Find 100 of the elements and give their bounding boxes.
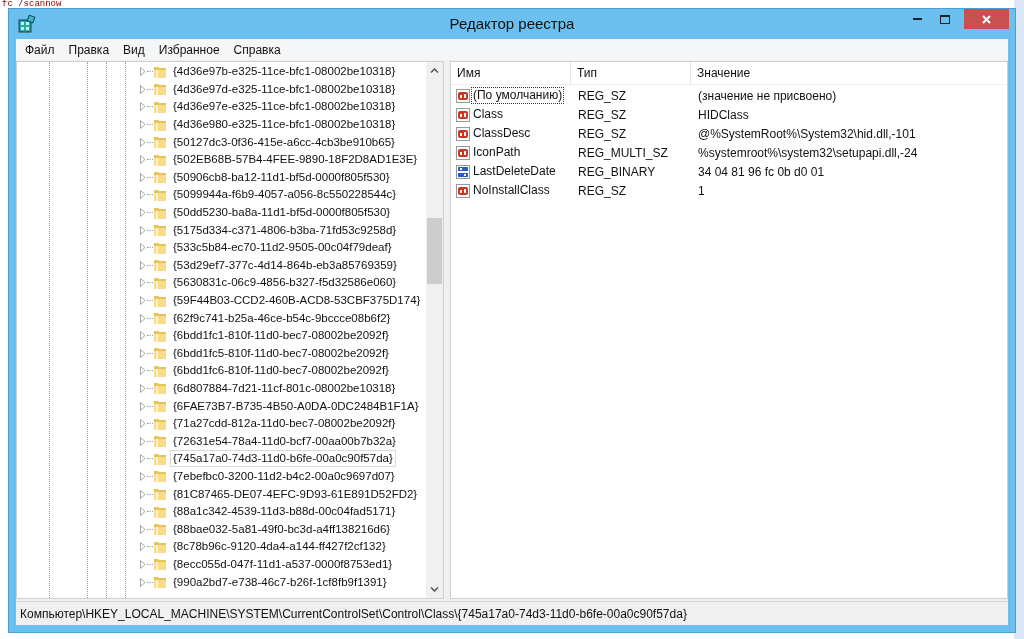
folder-icon (153, 451, 167, 466)
value-data: HIDClass (697, 106, 750, 124)
menu-item[interactable]: Вид (116, 40, 152, 59)
tree-item[interactable]: {6FAE73B7-B735-4B50-A0DA-0DC2484B1F1A} (170, 397, 422, 415)
folder-icon (153, 82, 167, 97)
folder-icon (153, 434, 167, 449)
tree-item[interactable]: {5175d334-c371-4806-b3ba-71fd53c9258d} (170, 221, 400, 239)
value-type: REG_SZ (577, 182, 627, 200)
folder-icon (153, 381, 167, 396)
tree-item[interactable]: {53d29ef7-377c-4d14-864b-eb3a85769359} (170, 256, 400, 274)
tree-item[interactable]: {502EB68B-57B4-4FEE-9890-18F2D8AD1E3E} (170, 151, 421, 169)
folder-icon (153, 363, 167, 378)
tree-item[interactable]: {990a2bd7-e738-46c7-b26f-1cf8fb9f1391} (170, 573, 390, 591)
tree-item[interactable]: {6bdd1fc6-810f-11d0-bec7-08002be2092f} (170, 362, 392, 380)
tree-item[interactable]: {533c5b84-ec70-11d2-9505-00c04f79deaf} (170, 239, 395, 257)
folder-icon (153, 117, 167, 132)
tree-item[interactable]: {4d36e97b-e325-11ce-bfc1-08002be10318} (170, 63, 399, 81)
value-type: REG_SZ (577, 87, 627, 105)
tree-item[interactable]: {5630831c-06c9-4856-b327-f5d32586e060} (170, 274, 400, 292)
close-icon (982, 14, 991, 24)
value-data: 1 (697, 182, 706, 200)
value-name[interactable]: (По умолчанию) (471, 87, 565, 104)
tree-item[interactable]: {50127dc3-0f36-415e-a6cc-4cb3be910b65} (170, 133, 398, 151)
scrollbar[interactable] (426, 62, 443, 598)
tree-item[interactable]: {88a1c342-4539-11d3-b88d-00c04fad5171} (170, 503, 399, 521)
value-type: REG_SZ (577, 106, 627, 124)
tree-item[interactable]: {62f9c741-b25a-46ce-b54c-9bccce08b6f2} (170, 309, 394, 327)
folder-icon (153, 152, 167, 167)
tree-item[interactable]: {81C87465-DE07-4EFC-9D93-61E891D52FD2} (170, 485, 421, 503)
folder-icon (153, 100, 167, 114)
tree-item[interactable]: {8c78b96c-9120-4da4-a144-ff427f2cf132} (170, 538, 389, 556)
string-value-icon (456, 145, 470, 160)
window-title: Редактор реестра (449, 13, 575, 34)
binary-value-icon (456, 164, 470, 179)
value-name[interactable]: IconPath (471, 144, 523, 161)
folder-icon (153, 416, 167, 431)
value-name[interactable]: LastDeleteDate (471, 163, 558, 180)
tree-item[interactable]: {4d36e980-e325-11ce-bfc1-08002be10318} (170, 116, 399, 134)
tree-item[interactable]: {6bdd1fc5-810f-11d0-bec7-08002be2092f} (170, 344, 392, 362)
menu-item[interactable]: Избранное (151, 40, 227, 59)
folder-icon (153, 223, 167, 238)
folder-icon (153, 258, 167, 273)
scrollbar-thumb[interactable] (427, 218, 442, 284)
folder-icon (153, 135, 167, 150)
menu-item[interactable]: Правка (61, 40, 117, 59)
tree-item[interactable]: {7ebefbc0-3200-11d2-b4c2-00a0c9697d07} (170, 467, 398, 485)
folder-icon (153, 293, 167, 308)
tree-item[interactable]: {71a27cdd-812a-11d0-bec7-08002be2092f} (170, 415, 399, 433)
folder-icon (153, 275, 167, 290)
tree-item[interactable]: {6bdd1fc1-810f-11d0-bec7-08002be2092f} (170, 327, 392, 345)
column-header[interactable]: Тип (571, 62, 691, 84)
value-data: @%SystemRoot%\System32\hid.dll,-101 (697, 125, 917, 143)
string-value-icon (456, 88, 470, 103)
value-name[interactable]: ClassDesc (471, 125, 533, 142)
folder-icon (153, 487, 167, 502)
value-data: (значение не присвоено) (697, 87, 838, 105)
column-header[interactable]: Имя (451, 62, 571, 84)
value-type: REG_SZ (577, 125, 627, 143)
menu-item[interactable]: Справка (226, 40, 288, 59)
tree-item[interactable]: {50dd5230-ba8a-11d1-bf5d-0000f805f530} (170, 204, 394, 222)
folder-icon (153, 575, 167, 589)
value-type: REG_MULTI_SZ (577, 144, 669, 162)
tree-item[interactable]: {8ecc055d-047f-11d1-a537-0000f8753ed1} (170, 555, 396, 573)
folder-icon (153, 64, 167, 79)
tree-item[interactable]: {4d36e97d-e325-11ce-bfc1-08002be10318} (170, 80, 399, 98)
folder-icon (153, 311, 167, 326)
value-data: 34 04 81 96 fc 0b d0 01 (697, 163, 826, 181)
tree-item[interactable]: {4d36e97e-e325-11ce-bfc1-08002be10318} (170, 98, 399, 116)
close-button[interactable] (964, 9, 1009, 29)
scroll-down-icon[interactable] (430, 587, 439, 592)
folder-icon (153, 557, 167, 572)
folder-icon (153, 170, 167, 185)
tree-item[interactable]: {5099944a-f6b9-4057-a056-8c550228544c} (170, 186, 400, 204)
string-value-icon (456, 107, 470, 122)
value-name[interactable]: Class (471, 106, 505, 123)
tree-item[interactable]: {50906cb8-ba12-11d1-bf5d-0000f805f530} (170, 168, 393, 186)
folder-icon (153, 504, 167, 519)
minimize-icon (912, 18, 922, 20)
tree-item[interactable]: {745a17a0-74d3-11d0-b6fe-00a0c90f57da} (170, 450, 396, 468)
menu-item[interactable]: Файл (18, 40, 62, 59)
maximize-icon (940, 14, 950, 24)
tree-item[interactable]: {72631e54-78a4-11d0-bcf7-00aa00b7b32a} (170, 432, 399, 450)
command-text: fc /scannow (2, 0, 62, 9)
string-value-icon (456, 183, 470, 198)
value-data: %systemroot%\system32\setupapi.dll,-24 (697, 144, 919, 162)
value-name[interactable]: NoInstallClass (471, 182, 552, 199)
string-value-icon (456, 126, 470, 141)
tree-item[interactable]: {6d807884-7d21-11cf-801c-08002be10318} (170, 380, 399, 397)
tree-item[interactable]: {59F44B03-CCD2-460B-ACD8-53CBF375D174} (170, 292, 424, 309)
registry-app-icon (18, 15, 36, 33)
folder-icon (153, 187, 167, 202)
folder-icon (153, 346, 167, 361)
folder-icon (153, 240, 167, 255)
folder-icon (153, 399, 167, 414)
folder-icon (153, 469, 167, 484)
scroll-up-icon[interactable] (430, 68, 439, 73)
folder-icon (153, 205, 167, 220)
column-header[interactable]: Значение (691, 62, 1007, 84)
folder-icon (153, 539, 167, 554)
tree-item[interactable]: {88bae032-5a81-49f0-bc3d-a4ff138216d6} (170, 520, 394, 538)
